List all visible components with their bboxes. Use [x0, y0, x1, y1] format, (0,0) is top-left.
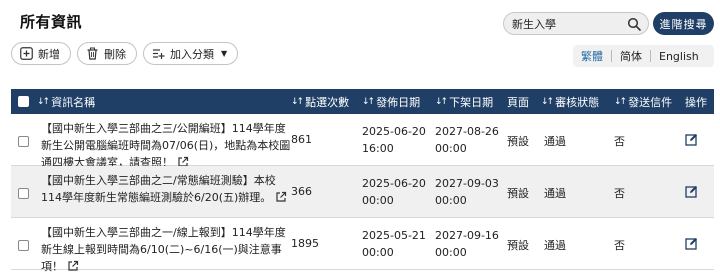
clicks-cell: 1895	[291, 237, 319, 250]
unpublish-date-cell: 2027-09-16 00:00	[435, 227, 499, 261]
edit-icon[interactable]	[685, 185, 698, 198]
edit-icon[interactable]	[685, 133, 698, 146]
lang-traditional[interactable]: 繁體	[573, 48, 611, 64]
add-button-label: 新增	[38, 47, 60, 61]
delete-button[interactable]: 刪除	[77, 42, 137, 65]
trash-icon	[87, 47, 98, 60]
publish-time: 00:00	[362, 194, 394, 207]
audit-status-cell: 通過	[544, 187, 566, 200]
clicks-cell: 366	[291, 185, 312, 198]
select-all-cell	[18, 89, 29, 114]
col-page-label: 頁面	[507, 95, 529, 109]
audit-status-cell: 通過	[544, 239, 566, 252]
col-audit-status[interactable]: ↓↑ 審核狀態	[541, 89, 599, 114]
unpublish-time: 00:00	[435, 142, 467, 155]
send-mail-cell: 否	[614, 135, 625, 148]
col-page: 頁面	[507, 89, 529, 114]
page-cell: 預設	[507, 239, 529, 252]
page-cell: 預設	[507, 187, 529, 200]
info-name-cell: 【國中新生入學三部曲之一/線上報到】114學年度新生線上報到時間為6/10(二)…	[41, 224, 291, 275]
row-checkbox[interactable]	[18, 240, 29, 251]
select-all-checkbox[interactable]	[18, 96, 29, 107]
info-name-cell: 【國中新生入學三部曲之二/常態編班測驗】本校114學年度新生常態編班測驗於6/2…	[41, 172, 291, 206]
external-link-icon[interactable]	[275, 191, 287, 203]
search-icon[interactable]	[627, 17, 641, 31]
toolbar: 新增 刪除 加入分類 ▼	[11, 42, 239, 65]
col-send-mail[interactable]: ↓↑ 發送信件	[614, 89, 672, 114]
send-mail-cell: 否	[614, 187, 625, 200]
unpublish-date: 2027-09-03	[435, 177, 499, 190]
col-publish-date[interactable]: ↓↑ 發佈日期	[362, 89, 420, 114]
col-action-label: 操作	[685, 95, 707, 109]
table-header: ↓↑ 資訊名稱 ↓↑ 點選次數 ↓↑ 發佈日期 ↓↑ 下架日期 頁面 ↓↑ 審核狀態 ↓↑…	[11, 89, 714, 114]
publish-time: 16:00	[362, 142, 394, 155]
unpublish-time: 00:00	[435, 246, 467, 259]
unpublish-time: 00:00	[435, 194, 467, 207]
sort-icon: ↓↑	[435, 96, 448, 107]
add-category-label: 加入分類	[170, 47, 214, 61]
add-button[interactable]: 新增	[11, 42, 71, 65]
publish-date: 2025-06-20	[362, 125, 426, 138]
audit-status-cell: 通過	[544, 135, 566, 148]
col-action: 操作	[685, 89, 707, 114]
search-box[interactable]	[503, 12, 649, 35]
publish-date: 2025-05-21	[362, 229, 426, 242]
info-name-link[interactable]: 【國中新生入學三部曲之二/常態編班測驗】本校114學年度新生常態編班測驗於6/2…	[41, 174, 276, 204]
col-name[interactable]: ↓↑ 資訊名稱	[37, 89, 95, 114]
info-table: ↓↑ 資訊名稱 ↓↑ 點選次數 ↓↑ 發佈日期 ↓↑ 下架日期 頁面 ↓↑ 審核狀態 ↓↑…	[11, 89, 714, 273]
publish-date-cell: 2025-06-20 16:00	[362, 123, 426, 157]
search-input[interactable]	[512, 16, 624, 32]
sort-icon: ↓↑	[614, 96, 627, 107]
caret-down-icon: ▼	[221, 49, 228, 58]
publish-time: 00:00	[362, 246, 394, 259]
table-row: 【國中新生入學三部曲之一/線上報到】114學年度新生線上報到時間為6/10(二)…	[11, 218, 714, 273]
edit-icon[interactable]	[685, 237, 698, 250]
clicks-cell: 861	[291, 133, 312, 146]
col-unpublish-date[interactable]: ↓↑ 下架日期	[435, 89, 493, 114]
info-name-link[interactable]: 【國中新生入學三部曲之三/公開編班】114學年度新生公開電腦編班時間為07/06…	[41, 122, 290, 169]
delete-button-label: 刪除	[104, 47, 126, 61]
unpublish-date-cell: 2027-09-03 00:00	[435, 175, 499, 209]
unpublish-date: 2027-08-26	[435, 125, 499, 138]
col-audit-label: 審核狀態	[555, 95, 600, 109]
unpublish-date: 2027-09-16	[435, 229, 499, 242]
sort-icon: ↓↑	[362, 96, 375, 107]
col-clicks-label: 點選次數	[305, 95, 350, 109]
row-checkbox[interactable]	[18, 136, 29, 147]
sort-icon: ↓↑	[37, 96, 50, 107]
page-title: 所有資訊	[20, 13, 83, 31]
publish-date-cell: 2025-06-20 00:00	[362, 175, 426, 209]
lang-simplified[interactable]: 简体	[612, 48, 650, 64]
unpublish-date-cell: 2027-08-26 00:00	[435, 123, 499, 157]
send-mail-cell: 否	[614, 239, 625, 252]
col-clicks[interactable]: ↓↑ 點選次數	[291, 89, 349, 114]
lang-english[interactable]: English	[651, 50, 707, 63]
list-add-icon	[153, 49, 165, 59]
col-publish-label: 發佈日期	[376, 95, 421, 109]
info-name-cell: 【國中新生入學三部曲之三/公開編班】114學年度新生公開電腦編班時間為07/06…	[41, 120, 291, 171]
language-switcher: 繁體 简体 English	[573, 45, 714, 67]
page-cell: 預設	[507, 135, 529, 148]
col-unpublish-label: 下架日期	[449, 95, 494, 109]
table-row: 【國中新生入學三部曲之二/常態編班測驗】本校114學年度新生常態編班測驗於6/2…	[11, 166, 714, 218]
row-checkbox[interactable]	[18, 188, 29, 199]
advanced-search-button[interactable]: 進階搜尋	[653, 12, 714, 35]
col-name-label: 資訊名稱	[51, 95, 96, 109]
publish-date: 2025-06-20	[362, 177, 426, 190]
col-send-label: 發送信件	[628, 95, 673, 109]
external-link-icon[interactable]	[67, 260, 79, 272]
add-category-button[interactable]: 加入分類 ▼	[143, 42, 239, 65]
publish-date-cell: 2025-05-21 00:00	[362, 227, 426, 261]
plus-icon	[20, 47, 33, 60]
sort-icon: ↓↑	[291, 96, 304, 107]
table-row: 【國中新生入學三部曲之三/公開編班】114學年度新生公開電腦編班時間為07/06…	[11, 114, 714, 169]
sort-icon: ↓↑	[541, 96, 554, 107]
